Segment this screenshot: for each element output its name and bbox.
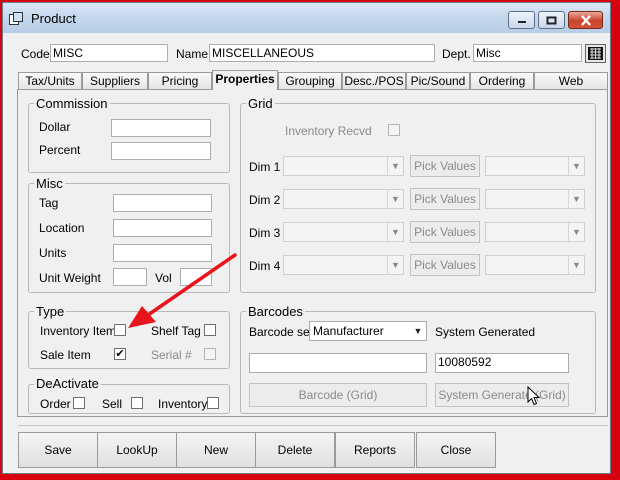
system-generated-field[interactable]: 10080592 — [435, 353, 569, 373]
dim-1-pick-values-button: Pick Values — [410, 155, 480, 177]
percent-label: Percent — [39, 143, 81, 157]
unit-weight-label: Unit Weight — [39, 271, 101, 285]
dim-2-pick-values-button: Pick Values — [410, 188, 480, 210]
dept-label: Dept. — [442, 47, 471, 61]
dept-lookup-button[interactable] — [585, 44, 606, 63]
dim-4-value-select: ▼ — [485, 255, 585, 275]
sell-checkbox[interactable] — [131, 397, 143, 409]
maximize-icon — [546, 16, 557, 24]
minimize-button[interactable] — [508, 11, 535, 29]
save-button[interactable]: Save — [18, 432, 98, 468]
tab-ordering[interactable]: Ordering — [470, 72, 534, 89]
name-field[interactable]: MISCELLANEOUS — [209, 44, 435, 62]
tab-web[interactable]: Web — [534, 72, 608, 89]
dim-4-select: ▼ — [283, 255, 404, 275]
barcode-grid-button: Barcode (Grid) — [249, 383, 427, 407]
tab-pic-sound[interactable]: Pic/Sound — [406, 72, 470, 89]
dim-1-select: ▼ — [283, 156, 404, 176]
barcode-set-select[interactable]: Manufacturer ▼ — [309, 321, 427, 341]
minimize-icon — [517, 21, 526, 23]
tab-properties[interactable]: Properties — [212, 70, 278, 90]
dim-3-pick-values-button: Pick Values — [410, 221, 480, 243]
tab-desc-pos[interactable]: Desc./POS — [342, 72, 406, 89]
barcode-set-label: Barcode set — [249, 325, 314, 339]
misc-title: Misc — [34, 176, 65, 191]
deactivate-title: DeActivate — [34, 376, 101, 391]
chevron-down-icon: ▼ — [568, 190, 584, 208]
tab-pricing[interactable]: Pricing — [148, 72, 212, 89]
inventory-recvd-checkbox — [388, 124, 400, 136]
serial-checkbox — [204, 348, 216, 360]
dim-1-label: Dim 1 — [249, 160, 281, 174]
deactivate-inventory-label: Inventory — [158, 397, 208, 411]
tab-tax-units[interactable]: Tax/Units — [18, 72, 82, 89]
inventory-item-label: Inventory Item — [40, 324, 117, 338]
order-checkbox[interactable] — [73, 397, 85, 409]
chevron-down-icon: ▼ — [387, 190, 403, 208]
reports-button[interactable]: Reports — [335, 432, 415, 468]
dim-4-label: Dim 4 — [249, 259, 281, 273]
lookup-button[interactable]: LookUp — [97, 432, 177, 468]
deactivate-inventory-checkbox[interactable] — [207, 397, 219, 409]
serial-label: Serial # — [151, 348, 192, 362]
chevron-down-icon: ▼ — [413, 326, 423, 336]
dim-3-value-select: ▼ — [485, 222, 585, 242]
sell-label: Sell — [102, 397, 123, 411]
chevron-down-icon: ▼ — [387, 157, 403, 175]
barcode-field[interactable] — [249, 353, 427, 373]
chevron-down-icon: ▼ — [568, 256, 584, 274]
tag-field[interactable] — [113, 194, 212, 212]
maximize-button[interactable] — [538, 11, 565, 29]
name-label: Name — [176, 47, 209, 61]
commission-group — [28, 103, 230, 173]
tab-suppliers[interactable]: Suppliers — [82, 72, 148, 89]
annotation-arrow-icon — [128, 253, 237, 328]
new-button[interactable]: New — [176, 432, 256, 468]
code-label: Code — [21, 47, 50, 61]
order-label: Order — [40, 397, 71, 411]
mouse-cursor-icon — [527, 386, 541, 406]
dim-3-label: Dim 3 — [249, 226, 281, 240]
commission-title: Commission — [34, 96, 110, 111]
location-label: Location — [39, 221, 85, 235]
dollar-field[interactable] — [111, 119, 211, 137]
dim-2-label: Dim 2 — [249, 193, 281, 207]
lookup-grid-icon — [588, 47, 603, 60]
dim-3-select: ▼ — [283, 222, 404, 242]
chevron-down-icon: ▼ — [387, 256, 403, 274]
dim-1-value-select: ▼ — [485, 156, 585, 176]
system-generate-grid-button: System Generate (Grid) — [435, 383, 569, 407]
units-label: Units — [39, 246, 67, 260]
inventory-recvd-label: Inventory Recvd — [285, 124, 372, 138]
percent-field[interactable] — [111, 142, 211, 160]
dim-4-pick-values-button: Pick Values — [410, 254, 480, 276]
close-window-button[interactable] — [568, 11, 603, 29]
footer-divider — [18, 425, 608, 426]
type-title: Type — [34, 304, 67, 319]
window-title: Product — [31, 11, 76, 26]
delete-button[interactable]: Delete — [255, 432, 335, 468]
tag-label: Tag — [39, 196, 59, 210]
chevron-down-icon: ▼ — [568, 157, 584, 175]
dept-field[interactable]: Misc — [473, 44, 582, 62]
dim-2-select: ▼ — [283, 189, 404, 209]
close-button[interactable]: Close — [416, 432, 496, 468]
dollar-label: Dollar — [39, 120, 71, 134]
sale-item-checkbox[interactable]: ✔ — [114, 348, 126, 360]
barcodes-title: Barcodes — [246, 304, 305, 319]
system-generated-label: System Generated — [435, 325, 536, 339]
location-field[interactable] — [113, 219, 212, 237]
close-icon — [580, 14, 591, 26]
dim-2-value-select: ▼ — [485, 189, 585, 209]
sale-item-label: Sale Item — [40, 348, 91, 362]
grid-title: Grid — [246, 96, 275, 111]
chevron-down-icon: ▼ — [568, 223, 584, 241]
app-icon — [9, 12, 23, 25]
tab-grouping[interactable]: Grouping — [278, 72, 342, 89]
code-field[interactable]: MISC — [50, 44, 168, 62]
chevron-down-icon: ▼ — [387, 223, 403, 241]
barcode-set-value: Manufacturer — [313, 324, 384, 338]
